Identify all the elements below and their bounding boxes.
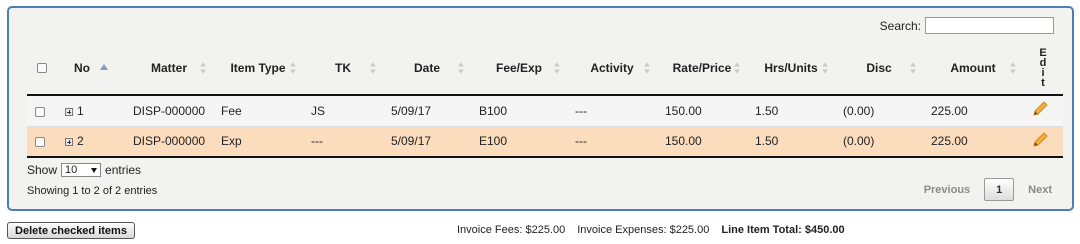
cell-rate: 150.00: [657, 95, 747, 127]
col-amount[interactable]: Amount: [923, 41, 1023, 96]
col-disc[interactable]: Disc: [835, 41, 923, 96]
col-no[interactable]: No: [57, 41, 125, 96]
cell-fee-exp: B100: [471, 95, 567, 127]
row-checkbox[interactable]: [35, 106, 45, 117]
sort-icon: [458, 62, 465, 73]
cell-tk: ---: [303, 126, 383, 158]
cell-no: 2: [57, 126, 125, 158]
page-1-button[interactable]: 1: [984, 178, 1015, 201]
show-label: Show: [27, 163, 58, 177]
search-label: Search:: [879, 18, 921, 33]
sort-icon: [370, 62, 377, 73]
row-checkbox-cell[interactable]: [27, 126, 57, 158]
chevron-down-icon: [91, 167, 98, 173]
cell-edit[interactable]: [1023, 126, 1063, 158]
cell-amount: 225.00: [923, 95, 1023, 127]
col-date[interactable]: Date: [383, 41, 471, 96]
page-length-control: Show 10 entries: [27, 163, 141, 177]
cell-fee-exp: E100: [471, 126, 567, 158]
cell-rate: 150.00: [657, 126, 747, 158]
line-items-table: No Matter Item Type TK Date Fee/Exp Acti…: [27, 41, 1063, 158]
table-info: Showing 1 to 2 of 2 entries: [27, 185, 158, 197]
sort-icon: [200, 62, 207, 73]
cell-date: 5/09/17: [383, 126, 471, 158]
next-button[interactable]: Next: [1028, 184, 1052, 196]
cell-date: 5/09/17: [383, 95, 471, 127]
cell-activity: ---: [567, 126, 657, 158]
table-row[interactable]: 1 DISP-000000 Fee JS 5/09/17 B100 --- 15…: [27, 95, 1063, 127]
previous-button[interactable]: Previous: [924, 184, 970, 196]
table-header-row: No Matter Item Type TK Date Fee/Exp Acti…: [27, 41, 1063, 96]
col-fee-exp[interactable]: Fee/Exp: [471, 41, 567, 96]
sort-icon: [734, 62, 741, 73]
page-length-select[interactable]: 10: [61, 163, 102, 177]
expand-plus-icon[interactable]: [65, 138, 73, 147]
col-edit: Edit: [1023, 41, 1063, 96]
invoice-fees: Invoice Fees: $225.00: [457, 224, 566, 236]
search-input[interactable]: [925, 17, 1054, 34]
col-tk[interactable]: TK: [303, 41, 383, 96]
cell-matter: DISP-000000: [125, 126, 213, 158]
expand-plus-icon[interactable]: [65, 107, 73, 116]
sort-icon: [554, 62, 561, 73]
col-rate-price[interactable]: Rate/Price: [657, 41, 747, 96]
sort-icon: [644, 62, 651, 73]
line-item-total: Line Item Total: $450.00: [721, 224, 845, 236]
delete-checked-button[interactable]: Delete checked items: [7, 222, 135, 239]
invoice-expenses: Invoice Expenses: $225.00: [577, 224, 710, 236]
col-item-type[interactable]: Item Type: [213, 41, 303, 96]
col-activity[interactable]: Activity: [567, 41, 657, 96]
row-checkbox[interactable]: [35, 137, 45, 148]
cell-disc: (0.00): [835, 126, 923, 158]
sort-icon: [1010, 62, 1017, 73]
sort-icon: [822, 62, 829, 73]
cell-amount: 225.00: [923, 126, 1023, 158]
cell-matter: DISP-000000: [125, 95, 213, 127]
sort-icon: [910, 62, 917, 73]
pagination: Previous 1 Next: [924, 178, 1052, 201]
table-row[interactable]: 2 DISP-000000 Exp --- 5/09/17 E100 --- 1…: [27, 126, 1063, 158]
invoice-totals: Invoice Fees: $225.00 Invoice Expenses: …: [457, 224, 845, 236]
entries-label: entries: [105, 163, 142, 177]
cell-activity: ---: [567, 95, 657, 127]
sort-asc-icon: [100, 63, 108, 70]
cell-item-type: Exp: [213, 126, 303, 158]
sort-icon: [290, 62, 297, 73]
cell-no: 1: [57, 95, 125, 127]
cell-tk: JS: [303, 95, 383, 127]
cell-edit[interactable]: [1023, 95, 1063, 127]
select-all-checkbox[interactable]: [37, 63, 47, 74]
line-items-panel: Search: No Matter Item Type TK Date Fee/…: [7, 6, 1074, 211]
pencil-icon[interactable]: [1031, 100, 1049, 118]
cell-hrs: 1.50: [747, 95, 835, 127]
pencil-icon[interactable]: [1031, 131, 1049, 149]
select-all-header[interactable]: [27, 41, 57, 96]
row-checkbox-cell[interactable]: [27, 95, 57, 127]
col-hrs-units[interactable]: Hrs/Units: [747, 41, 835, 96]
search-row: Search:: [880, 17, 1054, 34]
cell-item-type: Fee: [213, 95, 303, 127]
cell-hrs: 1.50: [747, 126, 835, 158]
col-matter[interactable]: Matter: [125, 41, 213, 96]
cell-disc: (0.00): [835, 95, 923, 127]
